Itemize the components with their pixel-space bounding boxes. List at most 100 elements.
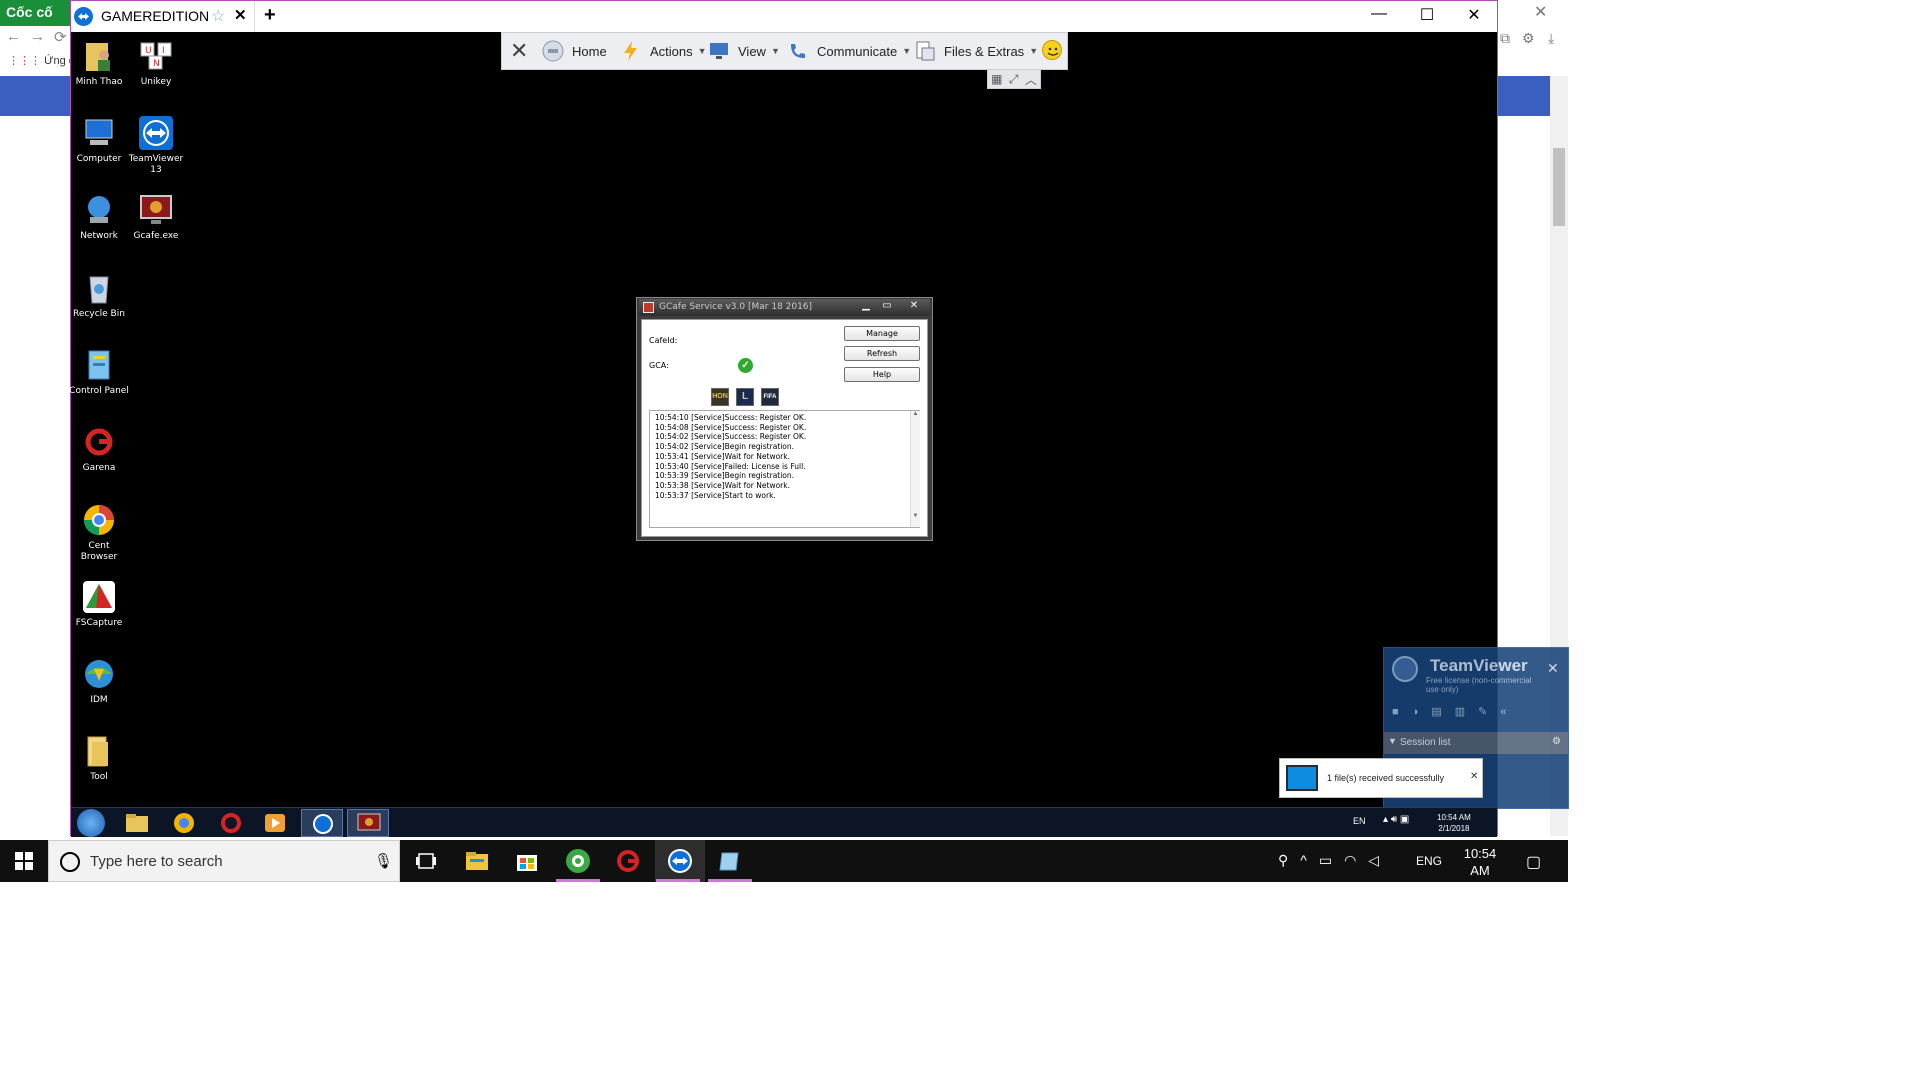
volume-icon[interactable]: ◁ bbox=[1368, 852, 1391, 868]
gcafe-titlebar[interactable]: GCafe Service v3.0 [Mar 18 2016] ▁ ▭ ✕ bbox=[639, 299, 930, 316]
battery-icon[interactable]: ▭ bbox=[1319, 852, 1344, 868]
game-hon-icon[interactable]: HON bbox=[711, 388, 729, 406]
remote-language[interactable]: EN bbox=[1353, 816, 1366, 826]
grid-icon[interactable]: ▦ bbox=[991, 72, 1002, 86]
desktop-icon-fscapture[interactable]: FSCapture bbox=[69, 580, 129, 629]
fullscreen-icon[interactable]: ⤢ bbox=[1009, 72, 1019, 87]
extension-icon[interactable]: ⧉ bbox=[1500, 30, 1510, 47]
remote-teamviewer-task[interactable] bbox=[301, 809, 343, 837]
forward-icon[interactable]: → bbox=[30, 28, 45, 45]
gcafe-maximize-button[interactable]: ▭ bbox=[877, 300, 897, 314]
end-session-close-icon[interactable]: ✕ bbox=[510, 33, 528, 69]
service-log[interactable]: 10:54:10 [Service]Success: Register OK. … bbox=[649, 410, 920, 528]
maximize-button[interactable]: ☐ bbox=[1407, 5, 1447, 25]
desktop-icon-network[interactable]: Network bbox=[69, 193, 129, 242]
clock-time: 10:54 AM bbox=[1463, 846, 1497, 878]
tab-close-icon[interactable]: ✕ bbox=[234, 6, 247, 24]
desktop-icon-gcafe[interactable]: Gcafe.exe bbox=[126, 193, 186, 242]
headset-icon[interactable]: ◑ bbox=[1412, 706, 1432, 718]
desktop-icon-idm[interactable]: IDM bbox=[69, 657, 129, 706]
system-tray[interactable]: ⚲^▭◠◁ bbox=[1278, 852, 1391, 869]
desktop-icon-minh-thao[interactable]: Minh Thao bbox=[69, 39, 129, 88]
input-language[interactable]: ENG bbox=[1416, 854, 1442, 868]
notification-close-icon[interactable]: ✕ bbox=[1470, 771, 1478, 782]
desktop-icon-computer[interactable]: Computer bbox=[69, 116, 129, 165]
remote-garena-icon[interactable] bbox=[217, 811, 245, 835]
favorite-star-icon[interactable]: ☆ bbox=[211, 6, 225, 26]
file-icon[interactable]: ▥ bbox=[1455, 706, 1478, 718]
system-clock[interactable]: 10:54 AM 2/1/2018 bbox=[1454, 845, 1506, 896]
people-icon[interactable]: ⚲ bbox=[1278, 852, 1300, 868]
collapse-icon[interactable]: « bbox=[1500, 706, 1519, 718]
desktop-icon-recycle-bin[interactable]: Recycle Bin bbox=[69, 271, 129, 320]
session-tab[interactable]: GAMEREDITION ☆ ✕ bbox=[71, 1, 255, 32]
taskbar-garena-icon[interactable] bbox=[615, 848, 641, 874]
game-lol-icon[interactable]: L bbox=[736, 388, 754, 406]
microphone-icon[interactable]: 🎙︎ bbox=[374, 852, 393, 870]
desktop-icon-tool[interactable]: Tool bbox=[69, 734, 129, 783]
settings-gear-icon[interactable]: ⚙ bbox=[1552, 736, 1561, 747]
remote-explorer-icon[interactable] bbox=[123, 811, 151, 835]
chevron-down-icon: ▼ bbox=[902, 46, 912, 56]
log-scrollbar[interactable]: ▲ ▼ bbox=[910, 411, 920, 527]
desktop-icon-cent-browser[interactable]: Cent Browser bbox=[69, 503, 129, 563]
file-explorer-icon[interactable] bbox=[464, 848, 490, 874]
desktop-icon-garena[interactable]: Garena bbox=[69, 425, 129, 474]
windows-start-button[interactable] bbox=[0, 840, 48, 882]
desktop-icon-control-panel[interactable]: Control Panel bbox=[69, 348, 129, 397]
help-button[interactable]: Help bbox=[844, 367, 920, 382]
network-tray-icon[interactable]: ▣ bbox=[1400, 814, 1409, 825]
toolbar-view[interactable]: View ▼ bbox=[708, 33, 780, 69]
toolbar-home[interactable]: Home bbox=[542, 33, 607, 69]
action-center-icon[interactable]: ▢ bbox=[1526, 852, 1541, 872]
minimize-button[interactable]: — bbox=[1359, 5, 1399, 23]
wifi-icon[interactable]: ◠ bbox=[1344, 852, 1368, 868]
browser-extension-icons[interactable]: ⧉ ⚙ ⤓ bbox=[1500, 30, 1568, 50]
gcafe-close-button[interactable]: ✕ bbox=[904, 300, 924, 314]
feedback-smiley-icon[interactable] bbox=[1042, 40, 1062, 60]
taskbar-search-box[interactable]: Type here to search 🎙︎ bbox=[48, 840, 400, 882]
scroll-down-icon[interactable]: ▼ bbox=[911, 513, 920, 519]
reload-icon[interactable]: ⟳ bbox=[54, 28, 67, 46]
show-hidden-icon[interactable]: ▴ bbox=[1383, 814, 1388, 825]
close-button[interactable]: ✕ bbox=[1454, 5, 1494, 25]
remote-clock[interactable]: 10:54 AM 2/1/2018 bbox=[1437, 812, 1471, 834]
toolbar-actions[interactable]: Actions ▼ bbox=[620, 33, 707, 69]
remote-gcafe-task[interactable] bbox=[347, 809, 389, 837]
panel-close-icon[interactable]: ✕ bbox=[1547, 660, 1559, 677]
new-tab-plus-icon[interactable]: + bbox=[264, 4, 276, 27]
browser-nav-buttons[interactable]: ← → ⟳ bbox=[0, 28, 72, 50]
download-icon[interactable]: ⤓ bbox=[1548, 30, 1554, 47]
toolbar-files-extras[interactable]: Files & Extras ▼ bbox=[914, 33, 1038, 69]
remote-media-player-icon[interactable] bbox=[261, 811, 289, 835]
store-icon[interactable] bbox=[514, 848, 540, 874]
file-received-notification[interactable]: 1 file(s) received successfully ✕ bbox=[1279, 758, 1483, 798]
chat-icon[interactable]: ▤ bbox=[1431, 706, 1454, 718]
scrollbar-thumb[interactable] bbox=[1553, 148, 1565, 226]
refresh-button[interactable]: Refresh bbox=[844, 346, 920, 361]
collapse-toolbar-icon[interactable]: ︿ bbox=[1025, 71, 1037, 88]
desktop-icon-teamviewer[interactable]: TeamViewer 13 bbox=[126, 116, 186, 176]
remote-start-button[interactable] bbox=[77, 809, 105, 837]
coccoc-browser-icon[interactable] bbox=[565, 848, 591, 874]
video-icon[interactable]: ■ bbox=[1392, 706, 1412, 718]
task-view-icon[interactable] bbox=[413, 848, 439, 874]
volume-icon[interactable]: 🔊︎ bbox=[1391, 814, 1397, 825]
browser-tab-coccoc[interactable]: Cốc cố bbox=[0, 0, 72, 26]
game-fifa-icon[interactable]: FIFA bbox=[761, 388, 779, 406]
desktop-icon-unikey[interactable]: UIN Unikey bbox=[126, 39, 186, 88]
taskbar-app-icon[interactable] bbox=[716, 848, 742, 874]
show-hidden-icons[interactable]: ^ bbox=[1300, 852, 1319, 868]
browser-close-icon[interactable]: ✕ bbox=[1534, 2, 1547, 22]
coccoc-extension-icon[interactable]: ⚙ bbox=[1522, 30, 1535, 47]
remote-cent-browser-icon[interactable] bbox=[170, 811, 198, 835]
manage-button[interactable]: Manage bbox=[844, 326, 920, 341]
tools-icon[interactable]: ✎ bbox=[1478, 706, 1500, 718]
toolbar-communicate[interactable]: Communicate ▼ bbox=[787, 33, 911, 69]
gcafe-minimize-button[interactable]: ▁ bbox=[856, 300, 876, 314]
session-list-header[interactable]: ▼ Session list ⚙ bbox=[1384, 732, 1568, 754]
teamviewer-task-active[interactable] bbox=[655, 840, 705, 882]
remote-tray-icons[interactable]: ▴ 🔊︎ ▣ bbox=[1383, 814, 1409, 825]
back-icon[interactable]: ← bbox=[6, 28, 21, 45]
scroll-up-icon[interactable]: ▲ bbox=[911, 411, 920, 417]
